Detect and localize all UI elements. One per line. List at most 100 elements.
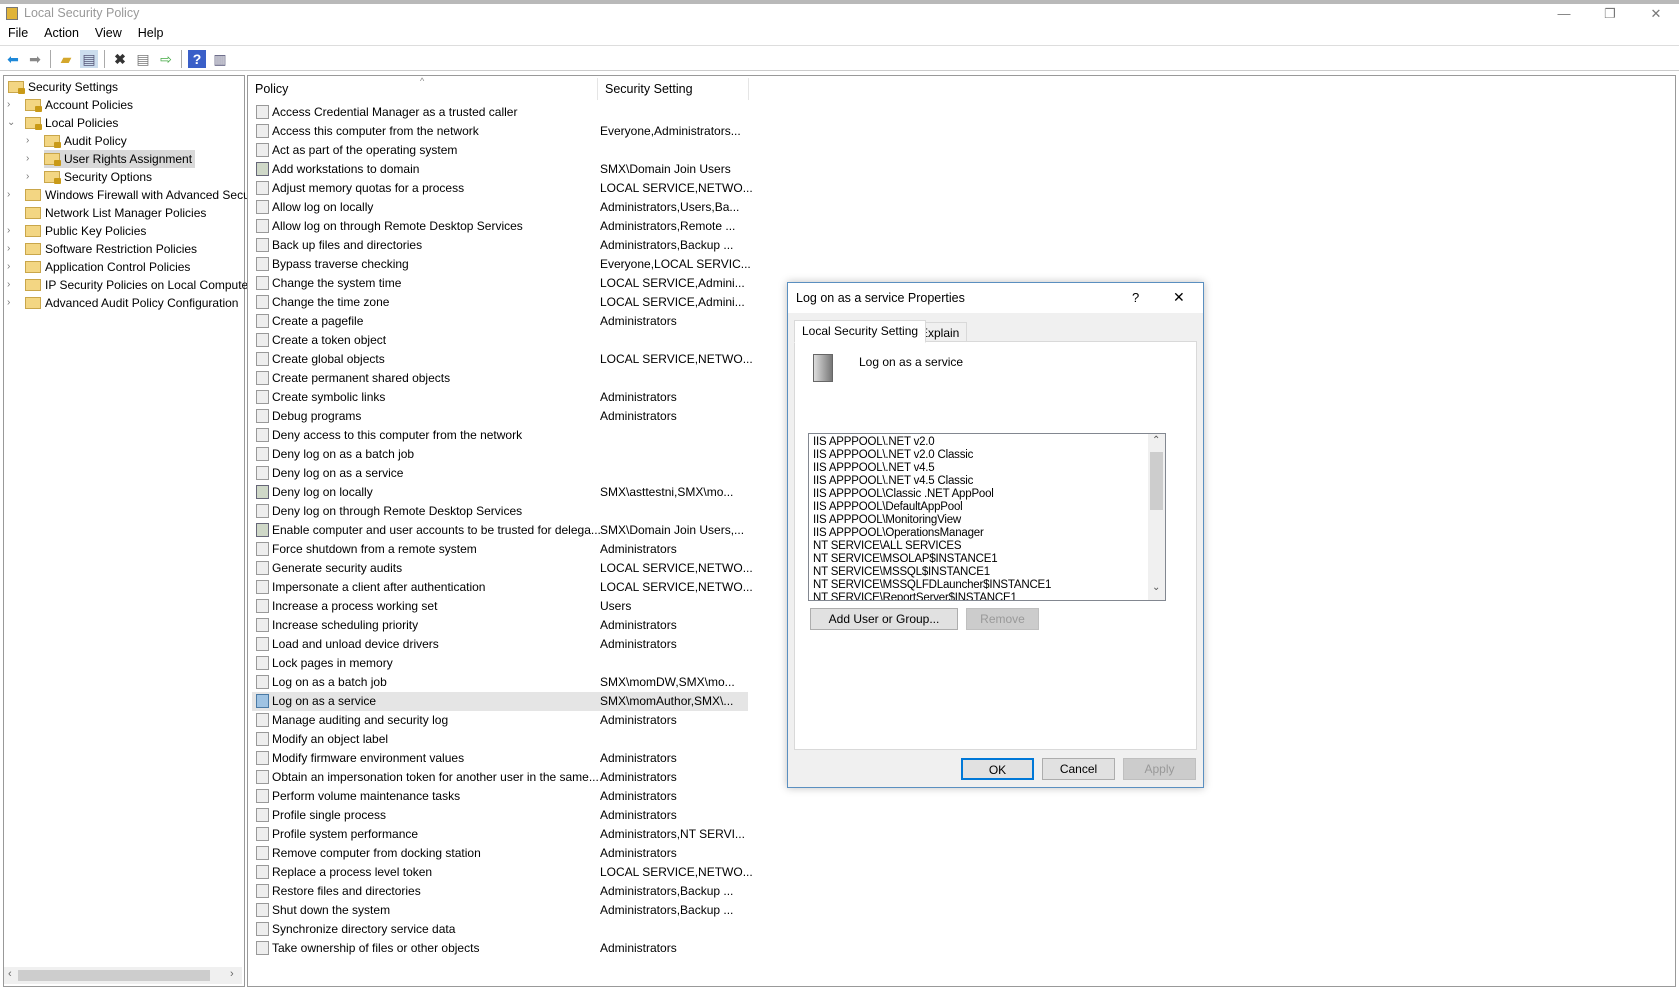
tree-item[interactable]: ⌄ Local Policies — [7, 114, 121, 132]
member-item[interactable]: IIS APPPOOL\.NET v4.5 Classic — [813, 475, 973, 487]
table-row[interactable]: Deny log on as a service — [252, 464, 748, 483]
show-action-pane-icon[interactable]: ▥ — [211, 50, 229, 68]
tree-item[interactable]: Network List Manager Policies — [25, 204, 209, 222]
table-row[interactable]: Deny log on locally SMX\asttestni,SMX\mo.… — [252, 483, 748, 502]
table-row[interactable]: Allow log on through Remote Desktop Serv… — [252, 217, 748, 236]
restore-button[interactable]: ❐ — [1587, 4, 1633, 26]
expander-icon[interactable]: › — [7, 186, 19, 204]
show-hide-tree-icon[interactable]: ▤ — [80, 50, 98, 68]
table-row[interactable]: Perform volume maintenance tasks Administ… — [252, 787, 748, 806]
menu-view[interactable]: View — [87, 24, 130, 42]
dialog-close-button[interactable]: ✕ — [1173, 289, 1185, 306]
table-row[interactable]: Create a pagefile Administrators — [252, 312, 748, 331]
table-row[interactable]: Access this computer from the network Eve… — [252, 122, 748, 141]
ok-button[interactable]: OK — [961, 758, 1034, 780]
table-row[interactable]: Impersonate a client after authenticatio… — [252, 578, 753, 597]
table-row[interactable]: Modify an object label — [252, 730, 748, 749]
expander-icon[interactable]: › — [7, 258, 19, 276]
member-item[interactable]: IIS APPPOOL\DefaultAppPool — [813, 501, 963, 513]
table-row[interactable]: Remove computer from docking station Admi… — [252, 844, 748, 863]
table-row[interactable]: Replace a process level token LOCAL SERVI… — [252, 863, 753, 882]
expander-icon[interactable]: › — [7, 276, 19, 294]
tree-item[interactable]: › Security Options — [26, 168, 155, 186]
member-item[interactable]: IIS APPPOOL\.NET v4.5 — [813, 462, 935, 474]
table-row[interactable]: Add workstations to domain SMX\Domain Joi… — [252, 160, 748, 179]
member-item[interactable]: NT SERVICE\ALL SERVICES — [813, 540, 962, 552]
table-row[interactable]: Allow log on locally Administrators,Users… — [252, 198, 748, 217]
tree-item[interactable]: › Public Key Policies — [7, 222, 149, 240]
scroll-up-icon[interactable]: ⌃ — [1152, 435, 1160, 446]
member-item[interactable]: IIS APPPOOL\OperationsManager — [813, 527, 984, 539]
expander-icon[interactable]: › — [26, 168, 38, 186]
tree-item[interactable]: › Windows Firewall with Advanced Security — [7, 186, 269, 204]
scroll-thumb[interactable] — [18, 970, 210, 981]
apply-button[interactable]: Apply — [1123, 758, 1196, 780]
table-row[interactable]: Log on as a batch job SMX\momDW,SMX\mo... — [252, 673, 748, 692]
scroll-thumb[interactable] — [1150, 452, 1163, 510]
expander-icon[interactable]: ⌄ — [7, 114, 19, 132]
table-row[interactable]: Modify firmware environment values Admini… — [252, 749, 748, 768]
expander-icon[interactable]: › — [7, 240, 19, 258]
table-row[interactable]: Lock pages in memory — [252, 654, 748, 673]
member-item[interactable]: IIS APPPOOL\MonitoringView — [813, 514, 961, 526]
table-row[interactable]: Create global objects LOCAL SERVICE,NETWO… — [252, 350, 753, 369]
expander-icon[interactable]: › — [26, 150, 38, 168]
member-item[interactable]: NT SERVICE\ReportServer$INSTANCE1 — [813, 592, 1017, 600]
table-row[interactable]: Manage auditing and security log Administ… — [252, 711, 748, 730]
expander-icon[interactable]: › — [7, 222, 19, 240]
table-row[interactable]: Change the system time LOCAL SERVICE,Admi… — [252, 274, 748, 293]
remove-button[interactable]: Remove — [966, 608, 1039, 630]
table-row[interactable]: Act as part of the operating system — [252, 141, 748, 160]
table-row[interactable]: Change the time zone LOCAL SERVICE,Admini… — [252, 293, 748, 312]
member-item[interactable]: NT SERVICE\MSOLAP$INSTANCE1 — [813, 553, 998, 565]
members-list[interactable]: IIS APPPOOL\.NET v2.0 IIS APPPOOL\.NET v2… — [808, 433, 1166, 601]
menu-file[interactable]: File — [0, 24, 36, 42]
minimize-button[interactable]: — — [1541, 4, 1587, 26]
dialog-help-button[interactable]: ? — [1132, 290, 1139, 305]
member-item[interactable]: IIS APPPOOL\Classic .NET AppPool — [813, 488, 994, 500]
table-row[interactable]: Profile system performance Administrators… — [252, 825, 748, 844]
scroll-left-icon[interactable]: ‹ — [8, 968, 12, 980]
table-row[interactable]: Restore files and directories Administrat… — [252, 882, 748, 901]
table-row[interactable]: Deny access to this computer from the ne… — [252, 426, 748, 445]
tab-local-security-setting[interactable]: Local Security Setting — [794, 320, 927, 343]
table-row[interactable]: Access Credential Manager as a trusted c… — [252, 103, 748, 122]
menu-action[interactable]: Action — [36, 24, 87, 42]
forward-icon[interactable]: ➡ — [26, 50, 44, 68]
table-row[interactable]: Adjust memory quotas for a process LOCAL … — [252, 179, 753, 198]
table-row[interactable]: Increase a process working set Users — [252, 597, 748, 616]
table-row[interactable]: Bypass traverse checking Everyone,LOCAL S… — [252, 255, 751, 274]
tree-item[interactable]: › User Rights Assignment — [26, 150, 196, 168]
table-row[interactable]: Take ownership of files or other objects… — [252, 939, 748, 958]
table-row[interactable]: Back up files and directories Administrat… — [252, 236, 748, 255]
tree-item[interactable]: › Application Control Policies — [7, 258, 193, 276]
table-row[interactable]: Profile single process Administrators — [252, 806, 748, 825]
table-row[interactable]: Debug programs Administrators — [252, 407, 748, 426]
table-row[interactable]: Load and unload device drivers Administra… — [252, 635, 748, 654]
delete-icon[interactable]: ✖ — [111, 50, 129, 68]
column-header-policy[interactable]: Policy — [255, 82, 288, 96]
member-item[interactable]: IIS APPPOOL\.NET v2.0 Classic — [813, 449, 973, 461]
scroll-down-icon[interactable]: ⌄ — [1152, 582, 1160, 593]
cancel-button[interactable]: Cancel — [1042, 758, 1115, 780]
expander-icon[interactable]: › — [7, 96, 19, 114]
scroll-right-icon[interactable]: › — [230, 968, 234, 980]
table-row[interactable]: Synchronize directory service data — [252, 920, 748, 939]
table-row[interactable]: Log on as a service SMX\momAuthor,SMX\... — [252, 692, 748, 711]
table-row[interactable]: Create a token object — [252, 331, 748, 350]
table-row[interactable]: Obtain an impersonation token for anothe… — [252, 768, 748, 787]
close-button[interactable]: ✕ — [1633, 4, 1679, 26]
member-item[interactable]: NT SERVICE\MSSQLFDLauncher$INSTANCE1 — [813, 579, 1051, 591]
tree-horizontal-scrollbar[interactable]: ‹ › — [4, 967, 242, 984]
table-row[interactable]: Deny log on as a batch job — [252, 445, 748, 464]
menu-help[interactable]: Help — [130, 24, 172, 42]
table-row[interactable]: Generate security audits LOCAL SERVICE,NE… — [252, 559, 753, 578]
expander-icon[interactable]: › — [7, 294, 19, 312]
tree-item[interactable]: › Audit Policy — [26, 132, 130, 150]
tree-item[interactable]: › Software Restriction Policies — [7, 240, 200, 258]
table-row[interactable]: Create symbolic links Administrators — [252, 388, 748, 407]
tree-item[interactable]: › Account Policies — [7, 96, 136, 114]
tree-root[interactable]: Security Settings — [8, 78, 118, 96]
member-item[interactable]: NT SERVICE\MSSQL$INSTANCE1 — [813, 566, 990, 578]
help-icon[interactable]: ? — [188, 50, 206, 68]
